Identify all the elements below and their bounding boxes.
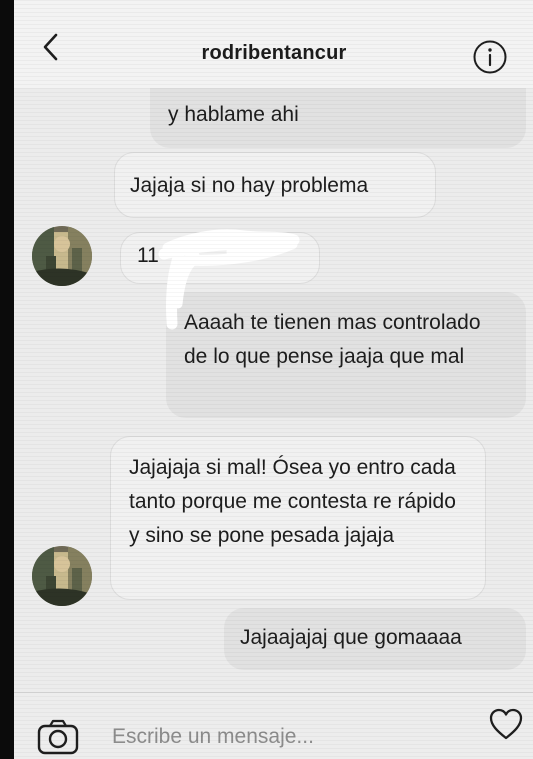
message-incoming[interactable]: Jajajaja si mal! Ósea yo entro cada tant… <box>110 436 486 600</box>
info-button[interactable] <box>472 39 508 75</box>
message-outgoing[interactable]: Jajaja si no hay problema <box>114 152 436 218</box>
avatar-image <box>32 226 92 286</box>
camera-icon <box>37 719 79 755</box>
heart-icon <box>489 708 523 740</box>
message-text: 11 <box>137 244 159 267</box>
message-text: Jajaajajaj que gomaaaa <box>240 626 462 649</box>
like-button[interactable] <box>488 707 524 741</box>
message-input[interactable] <box>110 720 454 754</box>
info-icon <box>473 40 507 74</box>
contact-avatar[interactable] <box>32 226 92 286</box>
message-text: Jajajaja si mal! Ósea yo entro cada tant… <box>129 456 456 547</box>
chat-username[interactable]: rodribentancur <box>154 42 394 65</box>
message-outgoing[interactable]: y hablame ahi <box>150 88 526 148</box>
avatar-image <box>32 546 92 606</box>
back-button[interactable] <box>36 30 70 64</box>
contact-avatar[interactable] <box>32 546 92 606</box>
chat-header: rodribentancur <box>14 0 533 88</box>
message-outgoing[interactable]: Jajaajajaj que gomaaaa <box>224 608 526 670</box>
camera-button[interactable] <box>36 719 80 755</box>
chat-screen: rodribentancur y hablame ahi Jajaja si n… <box>14 0 533 759</box>
message-composer <box>14 692 533 759</box>
message-incoming[interactable]: 11 <box>120 232 320 284</box>
message-outgoing[interactable]: Aaaah te tienen mas controlado de lo que… <box>166 292 526 418</box>
message-text: Aaaah te tienen mas controlado de lo que… <box>184 311 481 368</box>
device-edge <box>0 0 14 759</box>
message-text: Jajaja si no hay problema <box>130 174 369 197</box>
chevron-left-icon <box>43 33 58 61</box>
message-text: y hablame ahi <box>168 103 299 126</box>
